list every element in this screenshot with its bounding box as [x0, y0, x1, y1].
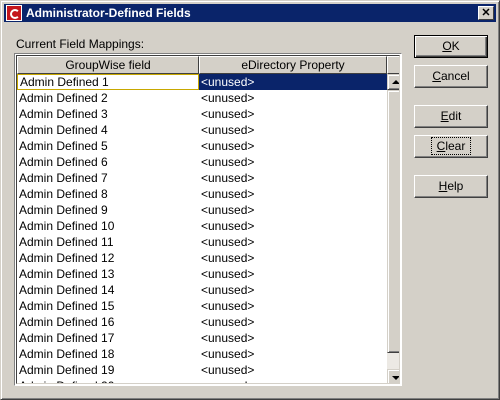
groupwise-field-cell: Admin Defined 14 — [19, 283, 115, 297]
groupwise-field-cell: Admin Defined 10 — [19, 219, 115, 233]
column-header-spacer — [387, 56, 399, 74]
groupwise-field-cell: Admin Defined 4 — [19, 123, 108, 137]
groupwise-field-cell: Admin Defined 9 — [19, 203, 108, 217]
list-header: GroupWise field eDirectory Property — [17, 56, 399, 74]
table-row[interactable]: Admin Defined 2 <unused> — [17, 90, 387, 106]
column-header-edirectory-property[interactable]: eDirectory Property — [199, 56, 387, 74]
window-title: Administrator-Defined Fields — [26, 6, 191, 20]
groupwise-app-icon[interactable] — [6, 5, 22, 21]
table-row[interactable]: Admin Defined 12 <unused> — [17, 250, 387, 266]
groupwise-field-cell: Admin Defined 1 — [17, 74, 199, 90]
table-row[interactable]: Admin Defined 8 <unused> — [17, 186, 387, 202]
vertical-scrollbar[interactable] — [387, 74, 399, 383]
table-row[interactable]: Admin Defined 18 <unused> — [17, 346, 387, 362]
table-row[interactable]: Admin Defined 1 <unused> — [17, 74, 387, 90]
table-row[interactable]: Admin Defined 6 <unused> — [17, 154, 387, 170]
edit-button-label: Edit — [440, 109, 462, 123]
groupwise-field-cell: Admin Defined 18 — [19, 347, 115, 361]
groupwise-field-cell: Admin Defined 6 — [19, 155, 108, 169]
table-row[interactable]: Admin Defined 15 <unused> — [17, 298, 387, 314]
edirectory-property-cell: <unused> — [201, 75, 255, 89]
app-icon-glyph — [10, 9, 20, 19]
edirectory-property-cell: <unused> — [201, 187, 255, 201]
edirectory-property-cell: <unused> — [201, 251, 255, 265]
arrow-up-icon — [392, 80, 399, 84]
table-row[interactable]: Admin Defined 5 <unused> — [17, 138, 387, 154]
groupwise-field-cell: Admin Defined 13 — [19, 267, 115, 281]
edirectory-property-cell: <unused> — [201, 155, 255, 169]
edirectory-property-cell: <unused> — [201, 203, 255, 217]
ok-button[interactable]: OK — [414, 35, 488, 58]
groupwise-field-cell: Admin Defined 20 — [19, 378, 114, 383]
edirectory-property-cell: <unused> — [201, 363, 255, 377]
edirectory-property-cell: <unused> — [201, 107, 255, 121]
table-row[interactable]: Admin Defined 10 <unused> — [17, 218, 387, 234]
table-row[interactable]: Admin Defined 20 <unused> — [17, 378, 387, 383]
column-header-groupwise-field[interactable]: GroupWise field — [17, 56, 199, 74]
groupwise-field-cell: Admin Defined 3 — [19, 107, 108, 121]
groupwise-field-cell: Admin Defined 19 — [19, 363, 115, 377]
list-rows: Admin Defined 1 <unused> Admin Defined 2 <u… — [17, 74, 387, 383]
groupwise-field-cell: Admin Defined 7 — [19, 171, 108, 185]
current-field-mappings-label: Current Field Mappings: — [16, 37, 145, 51]
groupwise-field-cell: Admin Defined 2 — [19, 91, 108, 105]
table-row[interactable]: Admin Defined 17 <unused> — [17, 330, 387, 346]
help-button[interactable]: Help — [414, 175, 488, 198]
field-mappings-list-inner: GroupWise field eDirectory Property Admi… — [16, 55, 400, 384]
table-row[interactable]: Admin Defined 14 <unused> — [17, 282, 387, 298]
arrow-down-icon — [392, 376, 399, 380]
edirectory-property-cell: <unused> — [201, 299, 255, 313]
groupwise-field-cell: Admin Defined 16 — [19, 315, 115, 329]
table-row[interactable]: Admin Defined 13 <unused> — [17, 266, 387, 282]
edirectory-property-cell: <unused> — [201, 267, 255, 281]
clear-button-label: Clear — [430, 137, 472, 155]
app-icon-background — [7, 6, 21, 20]
table-row[interactable]: Admin Defined 3 <unused> — [17, 106, 387, 122]
table-row[interactable]: Admin Defined 19 <unused> — [17, 362, 387, 378]
edirectory-property-cell: <unused> — [201, 171, 255, 185]
groupwise-field-cell: Admin Defined 12 — [19, 251, 115, 265]
groupwise-field-cell: Admin Defined 5 — [19, 139, 108, 153]
groupwise-field-cell: Admin Defined 17 — [19, 331, 115, 345]
groupwise-field-cell: Admin Defined 15 — [19, 299, 115, 313]
table-row[interactable]: Admin Defined 4 <unused> — [17, 122, 387, 138]
edirectory-property-cell: <unused> — [201, 123, 255, 137]
close-icon: ✕ — [481, 7, 491, 19]
edirectory-property-cell: <unused> — [201, 315, 255, 329]
table-row[interactable]: Admin Defined 16 <unused> — [17, 314, 387, 330]
title-bar[interactable]: Administrator-Defined Fields ✕ — [4, 4, 496, 22]
cancel-button[interactable]: Cancel — [414, 65, 488, 88]
table-row[interactable]: Admin Defined 11 <unused> — [17, 234, 387, 250]
scrollbar-thumb[interactable] — [387, 90, 399, 353]
ok-button-label: OK — [442, 39, 460, 53]
groupwise-field-cell: Admin Defined 11 — [19, 235, 114, 249]
close-button[interactable]: ✕ — [478, 6, 494, 20]
edirectory-property-cell: <unused> — [201, 139, 255, 153]
scroll-down-button[interactable] — [387, 369, 399, 383]
edirectory-property-cell: <unused> — [201, 235, 255, 249]
scroll-up-button[interactable] — [387, 74, 399, 90]
edirectory-property-cell: <unused> — [201, 283, 255, 297]
admin-defined-fields-dialog: Administrator-Defined Fields ✕ Current F… — [0, 0, 500, 400]
table-row[interactable]: Admin Defined 9 <unused> — [17, 202, 387, 218]
edirectory-property-cell: <unused> — [201, 347, 255, 361]
field-mappings-list[interactable]: GroupWise field eDirectory Property Admi… — [14, 53, 402, 386]
edirectory-property-cell: <unused> — [201, 91, 255, 105]
cancel-button-label: Cancel — [432, 69, 470, 83]
edirectory-property-cell: <unused> — [201, 219, 255, 233]
edirectory-property-cell: <unused> — [201, 378, 254, 383]
edirectory-property-cell: <unused> — [201, 331, 255, 345]
help-button-label: Help — [438, 179, 464, 193]
table-row[interactable]: Admin Defined 7 <unused> — [17, 170, 387, 186]
edit-button[interactable]: Edit — [414, 105, 488, 128]
groupwise-field-cell: Admin Defined 8 — [19, 187, 108, 201]
clear-button[interactable]: Clear — [414, 135, 488, 158]
